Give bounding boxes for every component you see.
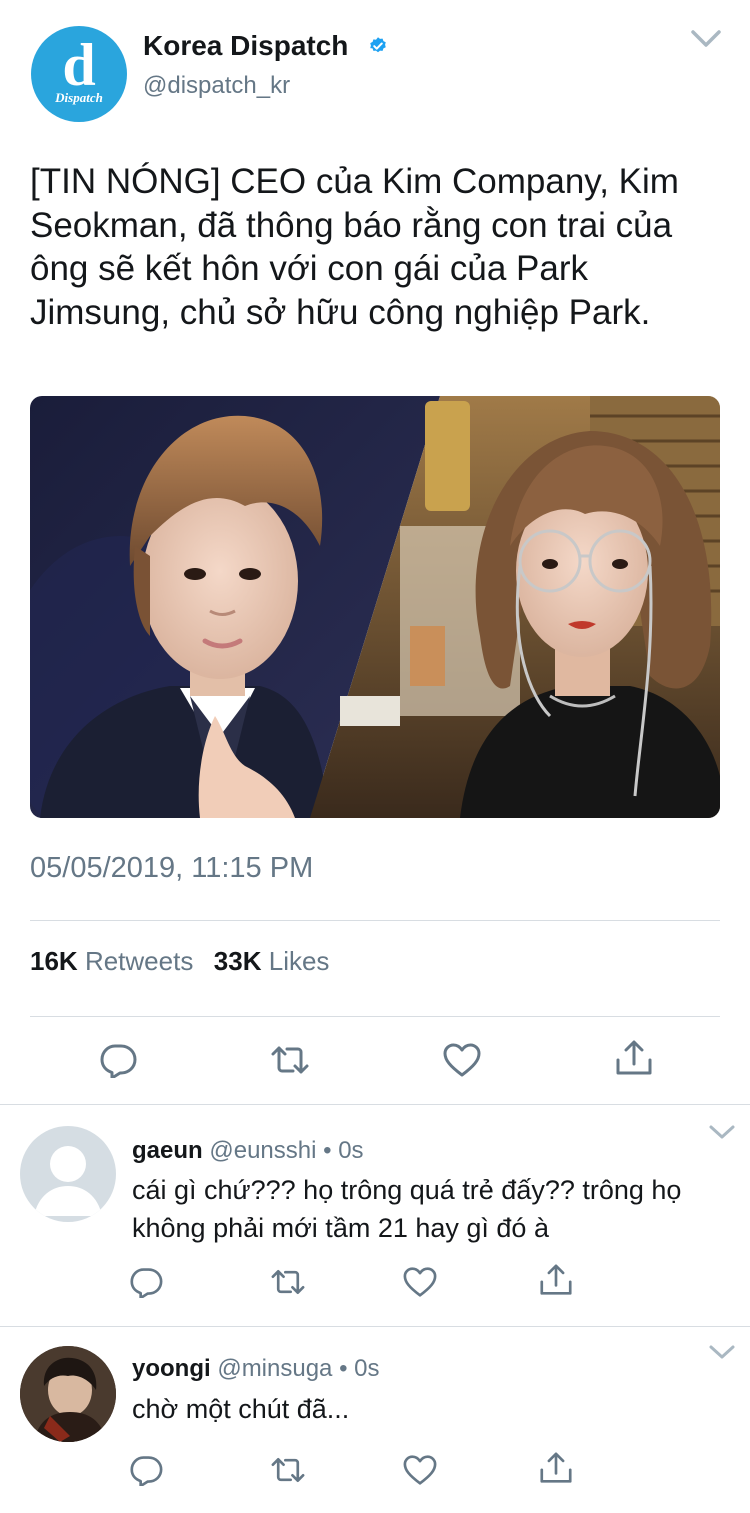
retweet-icon — [271, 1046, 309, 1074]
reply-author-handle[interactable]: @minsuga — [217, 1355, 332, 1382]
tweet-text: [TIN NÓNG] CEO của Kim Company, Kim Seok… — [30, 162, 679, 332]
chevron-down-icon[interactable] — [708, 1344, 736, 1360]
reply-button[interactable] — [98, 1042, 138, 1080]
author-avatar[interactable]: d Dispatch — [31, 26, 127, 122]
reply-tweet[interactable]: yoongi @minsuga • 0s chờ một chút đã... — [0, 1326, 750, 1513]
verified-badge-icon — [370, 37, 386, 53]
photo-avatar[interactable] — [20, 1346, 116, 1442]
like-icon — [403, 1267, 437, 1297]
share-icon — [540, 1452, 572, 1483]
reply-author-line: gaeun @eunsshi • 0s — [132, 1136, 364, 1166]
chevron-down-icon[interactable] — [708, 1124, 736, 1140]
retweet-icon — [271, 1458, 305, 1482]
media-collage — [30, 396, 720, 818]
reply-author-line: yoongi @minsuga • 0s — [132, 1354, 380, 1384]
retweets-label[interactable]: Retweets — [85, 946, 193, 976]
retweet-button[interactable] — [270, 1454, 306, 1486]
user-photo — [20, 1346, 116, 1442]
reply-tweet[interactable]: gaeun @eunsshi • 0s cái gì chứ??? họ trô… — [0, 1104, 750, 1326]
tweet-stats: 16K Retweets 33K Likes — [30, 944, 329, 978]
avatar-logo-word: Dispatch — [55, 90, 103, 105]
reply-time: • 0s — [323, 1137, 364, 1164]
retweets-count[interactable]: 16K — [30, 946, 78, 976]
reply-icon — [130, 1268, 163, 1300]
divider — [30, 1016, 720, 1017]
reply-author-name[interactable]: yoongi — [132, 1355, 211, 1382]
share-icon — [616, 1040, 652, 1075]
reply-author-name[interactable]: gaeun — [132, 1137, 203, 1164]
author-display-name[interactable]: Korea Dispatch — [143, 28, 348, 64]
reply-icon — [100, 1044, 137, 1080]
divider — [30, 920, 720, 921]
like-button[interactable] — [402, 1454, 438, 1486]
reply-text: cái gì chứ??? họ trông quá trẻ đấy?? trô… — [132, 1175, 682, 1243]
reply-time: • 0s — [339, 1355, 380, 1382]
like-button[interactable] — [402, 1266, 438, 1298]
retweet-icon — [271, 1270, 305, 1294]
share-button[interactable] — [538, 1264, 574, 1296]
like-icon — [443, 1043, 481, 1077]
like-button[interactable] — [442, 1042, 482, 1078]
tweet-timestamp[interactable]: 05/05/2019, 11:15 PM — [30, 850, 313, 886]
likes-label[interactable]: Likes — [269, 946, 330, 976]
share-icon — [540, 1264, 572, 1295]
avatar-logo-letter: d — [62, 32, 96, 98]
tweet-header: d Dispatch Korea Dispatch @dispatch_kr — [0, 0, 750, 140]
share-button[interactable] — [614, 1040, 654, 1076]
reply-button[interactable] — [128, 1266, 164, 1300]
share-button[interactable] — [538, 1452, 574, 1484]
default-user-icon — [34, 1146, 102, 1216]
chevron-down-icon[interactable] — [690, 28, 722, 50]
default-avatar[interactable] — [20, 1126, 116, 1222]
reply-button[interactable] — [128, 1454, 164, 1488]
author-handle[interactable]: @dispatch_kr — [143, 70, 290, 102]
retweet-button[interactable] — [270, 1042, 310, 1078]
likes-count[interactable]: 33K — [214, 946, 262, 976]
like-icon — [403, 1455, 437, 1485]
tweet-media-image[interactable] — [30, 396, 720, 818]
reply-text: chờ một chút đã... — [132, 1394, 350, 1424]
reply-icon — [130, 1456, 163, 1488]
reply-author-handle[interactable]: @eunsshi — [209, 1137, 316, 1164]
retweet-button[interactable] — [270, 1266, 306, 1298]
